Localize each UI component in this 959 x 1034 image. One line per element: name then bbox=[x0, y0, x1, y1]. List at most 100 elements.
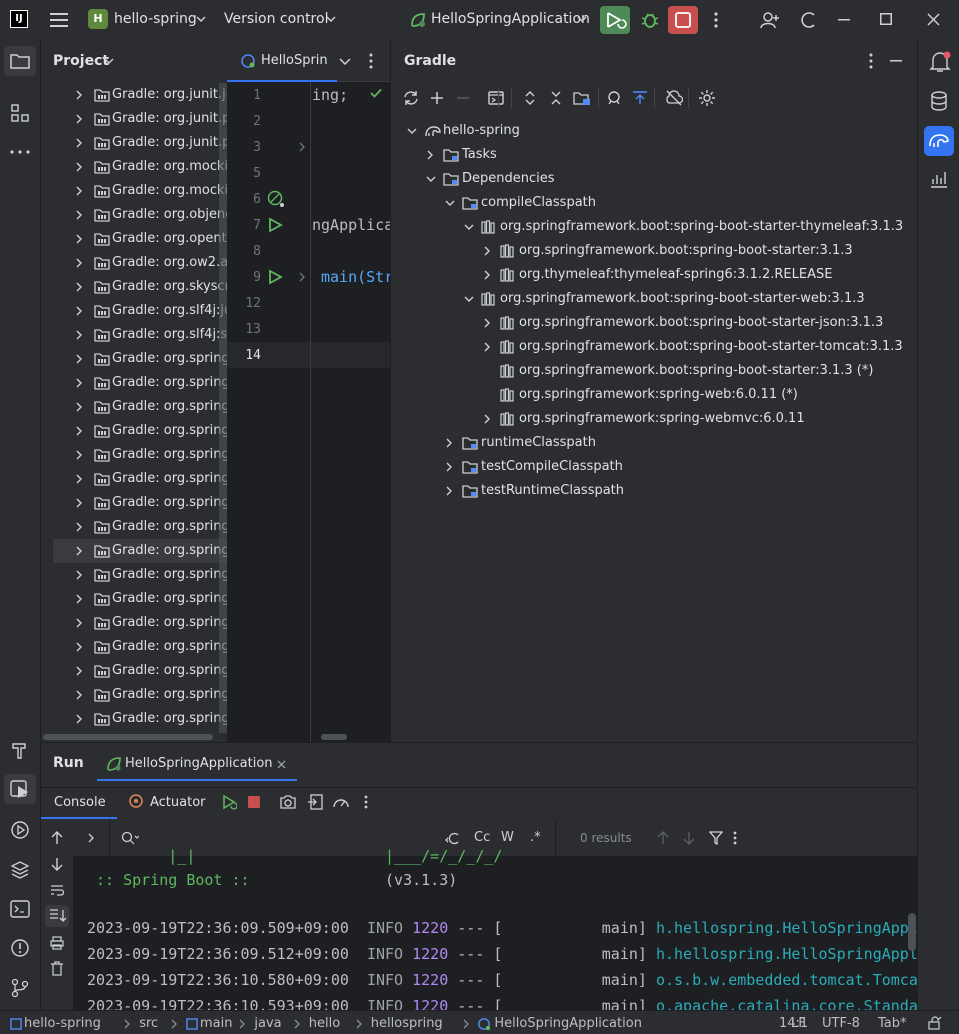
chevron-right-icon[interactable] bbox=[75, 642, 83, 652]
chevron-right-icon[interactable] bbox=[75, 618, 83, 628]
soft-wrap-icon[interactable] bbox=[50, 884, 64, 896]
horizontal-scrollbar[interactable] bbox=[41, 734, 227, 742]
project-tree-row[interactable]: Gradle: org.springf bbox=[41, 515, 227, 539]
project-tree-row[interactable]: Gradle: org.opente bbox=[41, 227, 227, 251]
chevron-right-icon[interactable] bbox=[75, 90, 83, 100]
chevron-down-icon[interactable] bbox=[445, 199, 455, 207]
collapse-all-icon[interactable] bbox=[548, 90, 564, 106]
chevron-right-icon[interactable] bbox=[75, 498, 83, 508]
gradle-tree-row[interactable]: testRuntimeClasspath bbox=[391, 479, 918, 503]
project-tree-row[interactable]: Gradle: org.junit.pl bbox=[41, 107, 227, 131]
project-tree-row[interactable]: Gradle: org.springf bbox=[41, 395, 227, 419]
chevron-down-icon[interactable] bbox=[577, 16, 587, 23]
project-tree-row[interactable]: Gradle: org.springf bbox=[41, 467, 227, 491]
gradle-tree-row[interactable]: org.springframework:spring-webmvc:6.0.11 bbox=[391, 407, 918, 431]
stop-button[interactable] bbox=[668, 6, 698, 34]
gradle-tree-row[interactable]: Dependencies bbox=[391, 167, 918, 191]
close-window-icon[interactable] bbox=[927, 13, 940, 26]
match-case-toggle[interactable]: Cc bbox=[474, 830, 490, 845]
regex-toggle[interactable]: .* bbox=[530, 830, 541, 845]
notifications-bell-icon[interactable] bbox=[929, 51, 951, 73]
gradle-tool-button[interactable] bbox=[924, 126, 954, 156]
chevron-right-icon[interactable] bbox=[75, 306, 83, 316]
run-tool-button[interactable] bbox=[4, 774, 36, 804]
more-options-icon[interactable] bbox=[369, 53, 373, 69]
chevron-right-icon[interactable] bbox=[87, 833, 95, 843]
match-case-replace-icon[interactable] bbox=[445, 831, 461, 845]
spring-bean-icon[interactable] bbox=[267, 190, 285, 208]
project-tree-row[interactable]: Gradle: org.springf bbox=[41, 491, 227, 515]
project-tree-row[interactable]: Gradle: org.springf bbox=[41, 659, 227, 683]
chevron-right-icon[interactable] bbox=[483, 318, 491, 328]
chevron-right-icon[interactable] bbox=[75, 378, 83, 388]
project-tree-row[interactable]: Gradle: org.ow2.as bbox=[41, 251, 227, 275]
line-separator[interactable]: LF bbox=[791, 1016, 806, 1031]
camera-icon[interactable] bbox=[279, 794, 297, 810]
more-options-icon[interactable] bbox=[869, 53, 873, 69]
close-tab-icon[interactable] bbox=[277, 760, 286, 769]
stop-icon[interactable] bbox=[248, 796, 260, 808]
gradle-tree-row[interactable]: compileClasspath bbox=[391, 191, 918, 215]
arrow-down-icon[interactable] bbox=[51, 857, 63, 871]
gradle-tree-row[interactable]: org.springframework.boot:spring-boot-sta… bbox=[391, 287, 918, 311]
more-options-icon[interactable] bbox=[733, 831, 737, 845]
search-icon[interactable] bbox=[121, 831, 139, 845]
indent-setting[interactable]: Tab* bbox=[878, 1016, 907, 1031]
hide-panel-icon[interactable] bbox=[890, 60, 902, 62]
breadcrumb-item[interactable]: src bbox=[139, 1016, 158, 1031]
breadcrumb-item[interactable]: main bbox=[200, 1016, 232, 1031]
version-control-menu[interactable]: Version control bbox=[224, 11, 328, 27]
restore-layout-icon[interactable] bbox=[307, 794, 323, 810]
project-tree-row[interactable]: Gradle: org.springf bbox=[41, 563, 227, 587]
breadcrumb-item[interactable]: hellospring bbox=[371, 1016, 443, 1031]
chevron-down-icon[interactable] bbox=[464, 295, 474, 303]
chevron-right-icon[interactable] bbox=[445, 438, 453, 448]
editor-tab[interactable]: HelloSprin bbox=[227, 40, 337, 82]
project-tree-row[interactable]: Gradle: org.springf bbox=[41, 419, 227, 443]
chevron-down-icon[interactable] bbox=[426, 175, 436, 183]
maximize-icon[interactable] bbox=[880, 13, 892, 25]
problems-icon[interactable] bbox=[10, 938, 30, 958]
project-tool-button[interactable] bbox=[4, 46, 36, 76]
project-tree-row[interactable]: Gradle: org.mockit bbox=[41, 155, 227, 179]
chevron-right-icon[interactable] bbox=[483, 414, 491, 424]
chevron-right-icon[interactable] bbox=[75, 474, 83, 484]
read-only-lock-icon[interactable] bbox=[928, 1016, 942, 1030]
no-problems-check-icon[interactable] bbox=[370, 88, 382, 98]
execute-task-icon[interactable] bbox=[488, 90, 504, 106]
analyze-dependencies-icon[interactable] bbox=[606, 90, 622, 106]
more-tools-icon[interactable] bbox=[10, 150, 30, 154]
build-hammer-icon[interactable] bbox=[10, 740, 30, 760]
run-tab[interactable]: HelloSpringApplication bbox=[97, 747, 297, 781]
project-badge[interactable]: H bbox=[88, 9, 108, 29]
project-tree-row[interactable]: Gradle: org.objene bbox=[41, 203, 227, 227]
remove-icon[interactable] bbox=[455, 90, 471, 106]
next-match-icon[interactable] bbox=[683, 831, 695, 845]
run-gutter-icon[interactable] bbox=[267, 269, 283, 285]
project-tree-row[interactable]: Gradle: org.slf4j:sl bbox=[41, 323, 227, 347]
chevron-right-icon[interactable] bbox=[75, 522, 83, 532]
project-name[interactable]: hello-spring bbox=[114, 11, 197, 27]
intellij-logo-icon[interactable]: IJ bbox=[10, 10, 28, 28]
toggle-offline-icon[interactable] bbox=[632, 90, 648, 106]
expand-all-icon[interactable] bbox=[522, 90, 538, 106]
project-tree-row[interactable]: Gradle: org.springf bbox=[41, 347, 227, 371]
gradle-tree-row[interactable]: org.springframework:spring-web:6.0.11 (*… bbox=[391, 383, 918, 407]
chevron-right-icon[interactable] bbox=[426, 150, 434, 160]
breadcrumb-item[interactable]: HelloSpringApplication bbox=[494, 1016, 642, 1031]
reload-icon[interactable] bbox=[403, 90, 419, 106]
chevron-down-icon[interactable] bbox=[104, 58, 114, 65]
editor-scrollbar[interactable] bbox=[321, 734, 347, 740]
project-tree-row[interactable]: Gradle: org.slf4j:ju bbox=[41, 299, 227, 323]
chevron-right-icon[interactable] bbox=[75, 330, 83, 340]
actuator-tab[interactable]: Actuator bbox=[150, 795, 206, 810]
chevron-right-icon[interactable] bbox=[75, 162, 83, 172]
chevron-right-icon[interactable] bbox=[75, 690, 83, 700]
chevron-right-icon[interactable] bbox=[75, 714, 83, 724]
chevron-right-icon[interactable] bbox=[75, 186, 83, 196]
project-tree-row[interactable]: Gradle: org.springf bbox=[41, 443, 227, 467]
profiler-icon[interactable] bbox=[930, 170, 948, 188]
rerun-button[interactable] bbox=[600, 6, 630, 34]
project-tree-row[interactable]: Gradle: org.springf bbox=[41, 683, 227, 707]
services-icon[interactable] bbox=[10, 820, 30, 840]
